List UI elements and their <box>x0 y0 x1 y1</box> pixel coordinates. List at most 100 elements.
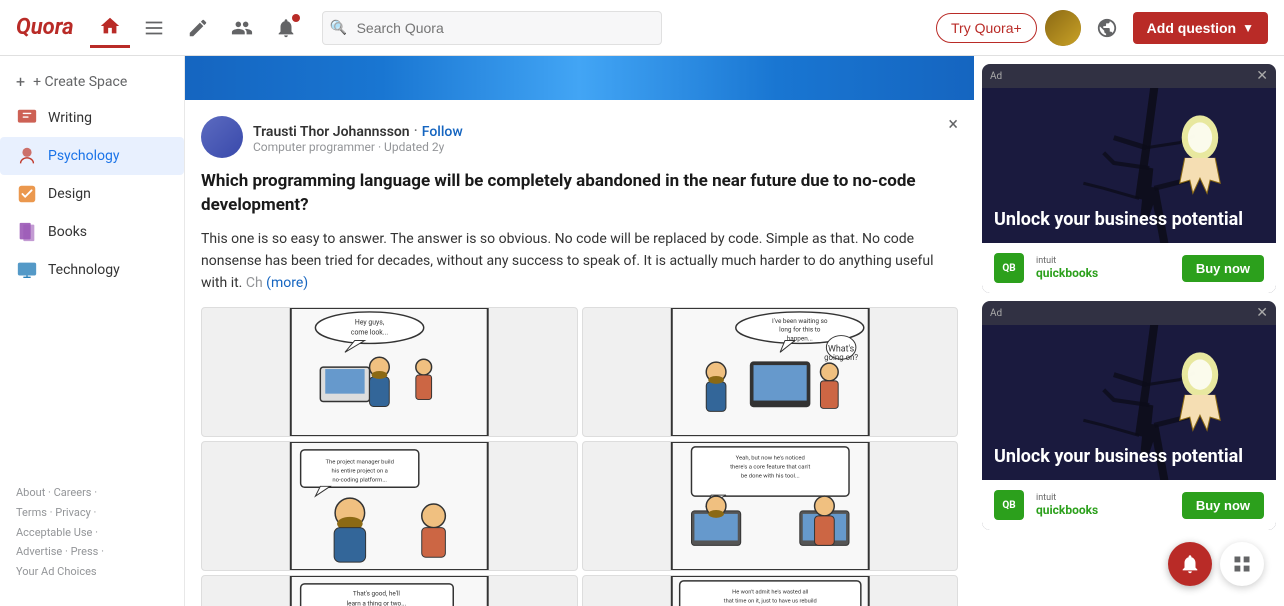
comic-panel-3[interactable]: The project manager build his entire pro… <box>201 441 578 571</box>
author-meta: Computer programmer · Updated 2y <box>253 140 463 154</box>
technology-icon <box>16 259 38 281</box>
advertise-link[interactable]: Advertise <box>16 545 62 558</box>
svg-text:there's a core feature that ca: there's a core feature that can't <box>730 463 810 470</box>
floating-actions <box>1168 542 1264 586</box>
privacy-link[interactable]: Privacy <box>55 506 91 519</box>
footer-line3: Acceptable Use · <box>16 523 168 543</box>
ad-headline-2: Unlock your business potential <box>994 446 1243 468</box>
sidebar-item-books[interactable]: Books <box>0 213 184 251</box>
ad-close-1[interactable]: ✕ <box>1256 68 1268 84</box>
footer-line2: Terms · Privacy · <box>16 503 168 523</box>
post-more-link[interactable]: (more) <box>266 275 308 291</box>
sidebar-item-psychology[interactable]: Psychology <box>0 137 184 175</box>
svg-text:going on?: going on? <box>824 353 858 362</box>
svg-text:Hey guys,: Hey guys, <box>355 319 385 327</box>
svg-text:He won't admit he's wasted all: He won't admit he's wasted all <box>732 589 808 595</box>
buy-now-button-2[interactable]: Buy now <box>1182 492 1264 519</box>
nav-people[interactable] <box>222 8 262 48</box>
language-selector[interactable] <box>1089 10 1125 46</box>
press-link[interactable]: Press <box>71 545 99 558</box>
qb-brand-text-2: intuit quickbooks <box>1036 493 1098 517</box>
sidebar: + + Create Space Writing Psychology <box>0 56 185 606</box>
right-panel: Ad ✕ <box>974 56 1284 606</box>
header: Quora <box>0 0 1284 56</box>
svg-text:no-coding platform...: no-coding platform... <box>332 476 387 483</box>
ad-choices-link[interactable]: Your Ad Choices <box>16 565 97 578</box>
nav-home[interactable] <box>90 8 130 48</box>
main-content: Trausti Thor Johannsson · Follow Compute… <box>185 56 974 606</box>
ad-text-overlay-1: Unlock your business potential <box>994 209 1243 231</box>
buy-now-button-1[interactable]: Buy now <box>1182 255 1264 282</box>
comic-panel-4[interactable]: Yeah, but now he's noticed there's a cor… <box>582 441 959 571</box>
about-link[interactable]: About <box>16 486 45 499</box>
sidebar-label-books: Books <box>48 224 87 240</box>
comic-panel-2[interactable]: I've been waiting so long for this to ha… <box>582 307 959 437</box>
ad-label-1: Ad <box>990 71 1002 82</box>
comic-grid: Hey guys, come look... <box>201 307 958 606</box>
banner-image <box>185 56 974 100</box>
svg-text:long for this to: long for this to <box>779 325 821 333</box>
comic-panel-1[interactable]: Hey guys, come look... <box>201 307 578 437</box>
post-close-button[interactable]: × <box>948 116 958 134</box>
comic-panel-6[interactable]: He won't admit he's wasted all that time… <box>582 575 959 606</box>
footer-line4: Advertise · Press · <box>16 542 168 562</box>
floating-notification-button[interactable] <box>1168 542 1212 586</box>
header-right: Try Quora+ Add question ▼ <box>936 10 1268 46</box>
svg-text:happen...: happen... <box>786 334 812 342</box>
post-collapsed-text: Ch <box>246 275 263 291</box>
terms-link[interactable]: Terms <box>16 506 47 519</box>
svg-text:That's good, he'll: That's good, he'll <box>353 589 401 597</box>
svg-text:The project manager build: The project manager build <box>326 459 394 465</box>
post-body: This one is so easy to answer. The answe… <box>201 228 958 295</box>
author-avatar[interactable] <box>201 116 243 158</box>
sidebar-item-design[interactable]: Design <box>0 175 184 213</box>
post-author: Trausti Thor Johannsson · Follow Compute… <box>201 116 463 158</box>
create-space-label: + Create Space <box>33 74 127 90</box>
author-name[interactable]: Trausti Thor Johannsson <box>253 124 410 140</box>
svg-text:that time on it, just to have: that time on it, just to have us rebuild <box>723 598 816 604</box>
ad-label-2: Ad <box>990 308 1002 319</box>
ad-close-2[interactable]: ✕ <box>1256 305 1268 321</box>
follow-button[interactable]: Follow <box>422 124 463 140</box>
ad-image-2: Unlock your business potential <box>982 325 1276 480</box>
floating-grid-button[interactable] <box>1220 542 1264 586</box>
user-avatar[interactable] <box>1045 10 1081 46</box>
create-space-icon: + <box>16 72 25 91</box>
design-icon <box>16 183 38 205</box>
nav-write[interactable] <box>178 8 218 48</box>
ad-top-bar-2: Ad ✕ <box>982 301 1276 325</box>
quora-logo[interactable]: Quora <box>16 15 74 40</box>
ad-brand-2: QB intuit quickbooks <box>994 490 1098 520</box>
nav-feed[interactable] <box>134 8 174 48</box>
create-space-button[interactable]: + + Create Space <box>0 64 184 99</box>
qb-logo-2: QB <box>994 490 1024 520</box>
author-info: Trausti Thor Johannsson · Follow Compute… <box>253 121 463 154</box>
sidebar-item-writing[interactable]: Writing <box>0 99 184 137</box>
comic-panel-5[interactable]: That's good, he'll learn a thing or two.… <box>201 575 578 606</box>
books-icon <box>16 221 38 243</box>
app-container: Quora <box>0 0 1284 606</box>
ad-footer-2: QB intuit quickbooks Buy now <box>982 480 1276 530</box>
nav-notifications[interactable] <box>266 8 306 48</box>
search-input[interactable] <box>322 11 662 45</box>
svg-text:I've been waiting so: I've been waiting so <box>772 317 828 325</box>
svg-text:learn a thing or two...: learn a thing or two... <box>347 599 407 606</box>
svg-text:be done with his tool...: be done with his tool... <box>740 473 799 479</box>
search-wrapper <box>322 11 662 45</box>
sidebar-item-technology[interactable]: Technology <box>0 251 184 289</box>
ad-panel-2: Ad ✕ <box>982 301 1276 530</box>
add-question-chevron: ▼ <box>1242 21 1254 35</box>
acceptable-use-link[interactable]: Acceptable Use <box>16 526 92 539</box>
sidebar-label-writing: Writing <box>48 110 92 126</box>
footer-line5: Your Ad Choices <box>16 562 168 582</box>
avatar-image <box>1045 10 1081 46</box>
qb-brand-text-1: intuit quickbooks <box>1036 256 1098 280</box>
try-plus-button[interactable]: Try Quora+ <box>936 13 1037 43</box>
nav-icons <box>90 8 306 48</box>
careers-link[interactable]: Careers <box>54 486 92 499</box>
ad-brand-1: QB intuit quickbooks <box>994 253 1098 283</box>
top-banner[interactable] <box>185 56 974 100</box>
add-question-button[interactable]: Add question ▼ <box>1133 12 1268 44</box>
author-name-row: Trausti Thor Johannsson · Follow <box>253 121 463 140</box>
sidebar-label-psychology: Psychology <box>48 148 120 164</box>
